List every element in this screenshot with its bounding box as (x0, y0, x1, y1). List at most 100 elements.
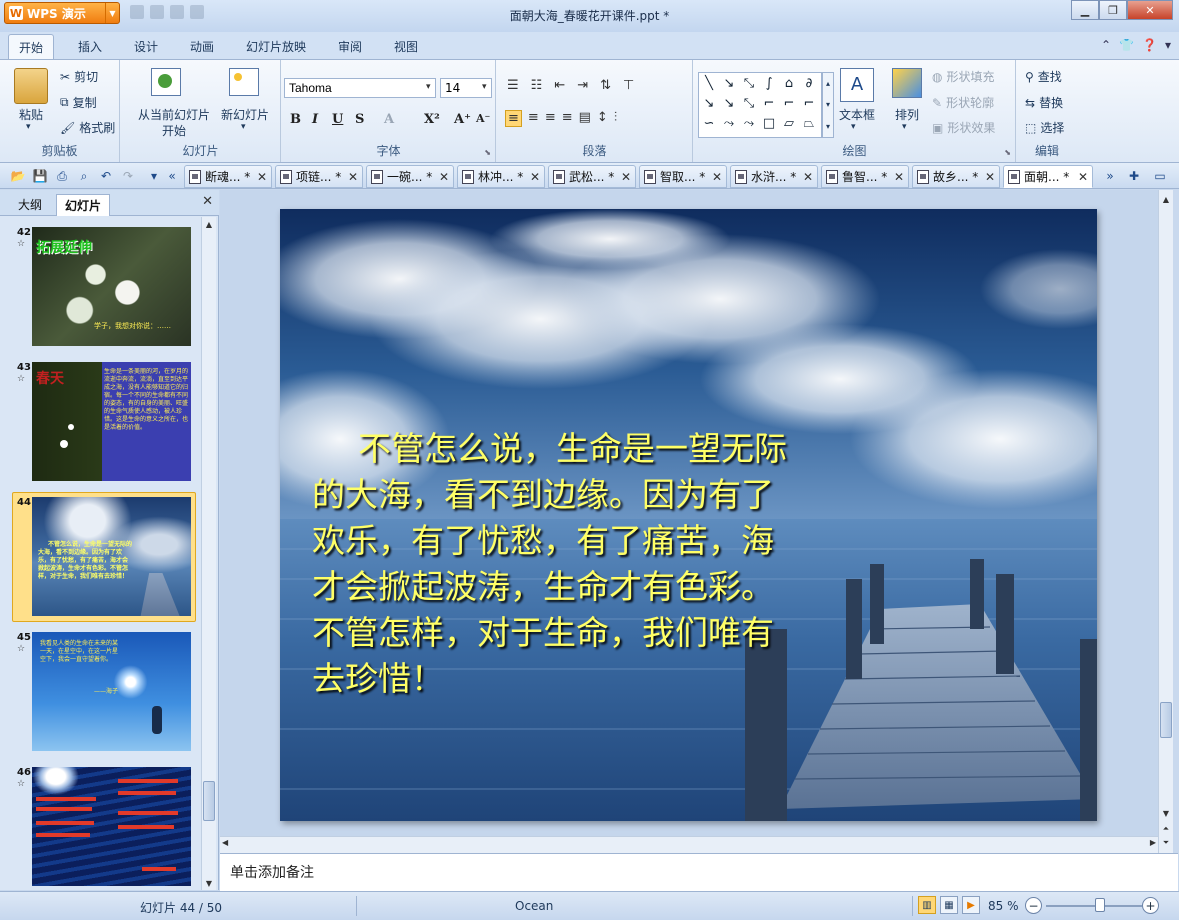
slide-thumbnail[interactable]: 拓展延伸 学子，我想对你说：…… (32, 227, 191, 346)
scroll-thumb[interactable] (1160, 702, 1172, 738)
tab-home[interactable]: 开始 (8, 34, 55, 61)
slide-thumbnail[interactable]: 我看见人类的生命在未来的某一天，在星空中，在这一片星空下，我会一直守望着你。 —… (32, 632, 191, 751)
new-slide-icon[interactable] (229, 68, 259, 96)
chevron-down-icon[interactable]: ▾ (26, 122, 31, 132)
increase-indent-icon[interactable]: ⇥ (577, 78, 588, 93)
italic-button[interactable]: I (312, 112, 318, 127)
tab-slides[interactable]: 幻灯片 (56, 194, 111, 216)
chevron-down-icon[interactable]: ▾ (1165, 38, 1171, 52)
line-spacing-icon[interactable]: ↕ (597, 110, 608, 127)
columns-icon[interactable]: ⫶ (614, 110, 617, 127)
new-tab-icon[interactable]: ✚ (1126, 168, 1142, 184)
justify-icon[interactable]: ≡ (562, 110, 573, 127)
close-icon[interactable]: ✕ (894, 170, 904, 184)
slideshow-view-icon[interactable]: ▶ (962, 896, 980, 914)
new-slide-button[interactable]: 新幻灯片 (217, 106, 273, 123)
slide-thumbnail[interactable]: 春天 生命是一条美丽的河，在岁月的流逝中奔流，流淌，直至到达平成之海，没有人能够… (32, 362, 191, 481)
collapse-ribbon-icon[interactable]: ⌃ (1101, 38, 1111, 52)
slide-thumbnail[interactable] (32, 767, 191, 886)
paste-button[interactable]: 粘贴 (14, 106, 48, 123)
restore-button[interactable]: ❐ (1099, 0, 1127, 20)
elbow-arrow-shape-icon[interactable]: ⌐ (784, 96, 795, 111)
chevron-left-icon[interactable]: ◀ (222, 838, 228, 847)
double-arrow-shape-icon[interactable]: ⤡ (744, 76, 754, 91)
scroll-right-icon[interactable]: » (1102, 168, 1118, 184)
notes-pane[interactable]: 单击添加备注 (220, 853, 1178, 891)
minimize-button[interactable]: ▁ (1071, 0, 1099, 20)
print-icon[interactable]: ⎙ (54, 168, 70, 184)
tab-design[interactable]: 设计 (134, 38, 158, 55)
redo-icon[interactable]: ↷ (120, 168, 136, 184)
help-icon[interactable]: ❓ (1142, 38, 1157, 52)
zoom-slider-knob[interactable] (1094, 898, 1105, 912)
line-shape-icon[interactable]: ╲ (705, 76, 713, 91)
align-center-icon[interactable]: ≡ (528, 110, 539, 127)
print-preview-icon[interactable]: ⌕ (76, 168, 92, 184)
freeform-shape-icon[interactable]: ⌂ (785, 76, 793, 91)
chevron-up-icon[interactable]: ▲ (202, 217, 216, 231)
doc-tab[interactable]: 水浒... * ✕ (730, 165, 818, 188)
tab-review[interactable]: 审阅 (338, 38, 362, 55)
close-icon[interactable]: ✕ (1078, 170, 1088, 184)
select-button[interactable]: ⬚ 选择 (1025, 119, 1064, 136)
curved-arrow-shape-icon[interactable]: ⤳ (724, 116, 734, 131)
chevron-up-icon[interactable]: ▲ (1159, 192, 1173, 206)
trapezoid-shape-icon[interactable]: ⏢ (804, 116, 814, 131)
doc-tab[interactable]: 一碗... * ✕ (366, 165, 454, 188)
tab-view[interactable]: 视图 (394, 38, 418, 55)
skin-icon[interactable]: 👕 (1119, 38, 1134, 52)
copy-button[interactable]: ⧉ 复制 (60, 94, 97, 111)
superscript-button[interactable]: X² (424, 112, 440, 127)
doc-tab[interactable]: 故乡... * ✕ (912, 165, 1000, 188)
curved-connector-shape-icon[interactable]: ∽ (704, 116, 715, 131)
doc-tab[interactable]: 面朝... * ✕ (1003, 165, 1093, 188)
next-slide-icon[interactable]: ⏷ (1159, 836, 1173, 850)
open-icon[interactable]: 📂 (10, 168, 26, 184)
grow-font-button[interactable]: A⁺ (454, 112, 471, 127)
slideshow-icon[interactable] (151, 68, 181, 96)
elbow-double-shape-icon[interactable]: ⌐ (804, 96, 815, 111)
tab-animation[interactable]: 动画 (190, 38, 214, 55)
align-left-icon[interactable]: ≡ (505, 110, 522, 127)
bold-button[interactable]: B (290, 112, 301, 127)
doc-tab[interactable]: 林冲... * ✕ (457, 165, 545, 188)
shape-outline-button[interactable]: ✎ 形状轮廓 (932, 94, 994, 111)
chevron-up-icon[interactable]: ▴ (826, 79, 830, 88)
chevron-down-icon[interactable]: ▾ (426, 82, 431, 92)
numbered-list-icon[interactable]: ☷ (531, 78, 543, 93)
customize-icon[interactable]: ▾ (146, 168, 162, 184)
canvas-scrollbar[interactable]: ▲ ▼ ⏶ ⏷ (1158, 190, 1173, 853)
decrease-indent-icon[interactable]: ⇤ (554, 78, 565, 93)
tab-list-icon[interactable]: ▭ (1152, 168, 1168, 184)
connector-shape-icon[interactable]: ↘ (704, 96, 715, 111)
from-current-line2[interactable]: 开始 (129, 122, 219, 139)
replace-button[interactable]: ⇆ 替换 (1025, 94, 1063, 111)
format-painter-button[interactable]: 🖌 格式刷 (60, 119, 115, 136)
chevron-down-icon[interactable]: ▾ (241, 122, 246, 132)
scribble-shape-icon[interactable]: ∂ (806, 76, 813, 91)
shape-fill-button[interactable]: ◍ 形状填充 (932, 68, 995, 85)
zoom-out-button[interactable]: − (1025, 897, 1042, 914)
doc-tab[interactable]: 武松... * ✕ (548, 165, 636, 188)
tab-slideshow[interactable]: 幻灯片放映 (246, 38, 306, 55)
bullet-list-icon[interactable]: ☰ (507, 78, 519, 93)
slide-body-text[interactable]: 不管怎么说，生命是一望无际的大海，看不到边缘。因为有了欢乐，有了忧愁，有了痛苦，… (312, 426, 802, 702)
close-icon[interactable]: ✕ (530, 170, 540, 184)
distribute-icon[interactable]: ▤ (579, 110, 591, 127)
close-icon[interactable]: ✕ (202, 194, 213, 209)
curved-double-shape-icon[interactable]: ⤳ (744, 116, 754, 131)
scroll-left-icon[interactable]: « (164, 168, 180, 184)
doc-tab[interactable]: 断魂... * ✕ (184, 165, 272, 188)
shape-gallery[interactable]: ╲ ↘ ⤡ ∫ ⌂ ∂ ↘ ↘ ⤡ ⌐ ⌐ ⌐ ∽ ⤳ ⤳ □ ▱ ⏢ (698, 72, 822, 138)
close-icon[interactable]: ✕ (985, 170, 995, 184)
tab-insert[interactable]: 插入 (78, 38, 102, 55)
close-icon[interactable]: ✕ (257, 170, 267, 184)
elbow-connector-shape-icon[interactable]: ⌐ (764, 96, 775, 111)
align-right-icon[interactable]: ≡ (545, 110, 556, 127)
close-icon[interactable]: ✕ (712, 170, 722, 184)
chevron-down-icon[interactable]: ▾ (482, 82, 487, 92)
font-name-select[interactable]: Tahoma (284, 78, 436, 98)
close-icon[interactable]: ✕ (348, 170, 358, 184)
parallelogram-shape-icon[interactable]: ▱ (784, 116, 794, 131)
arrow-shape-icon[interactable]: ↘ (724, 76, 735, 91)
